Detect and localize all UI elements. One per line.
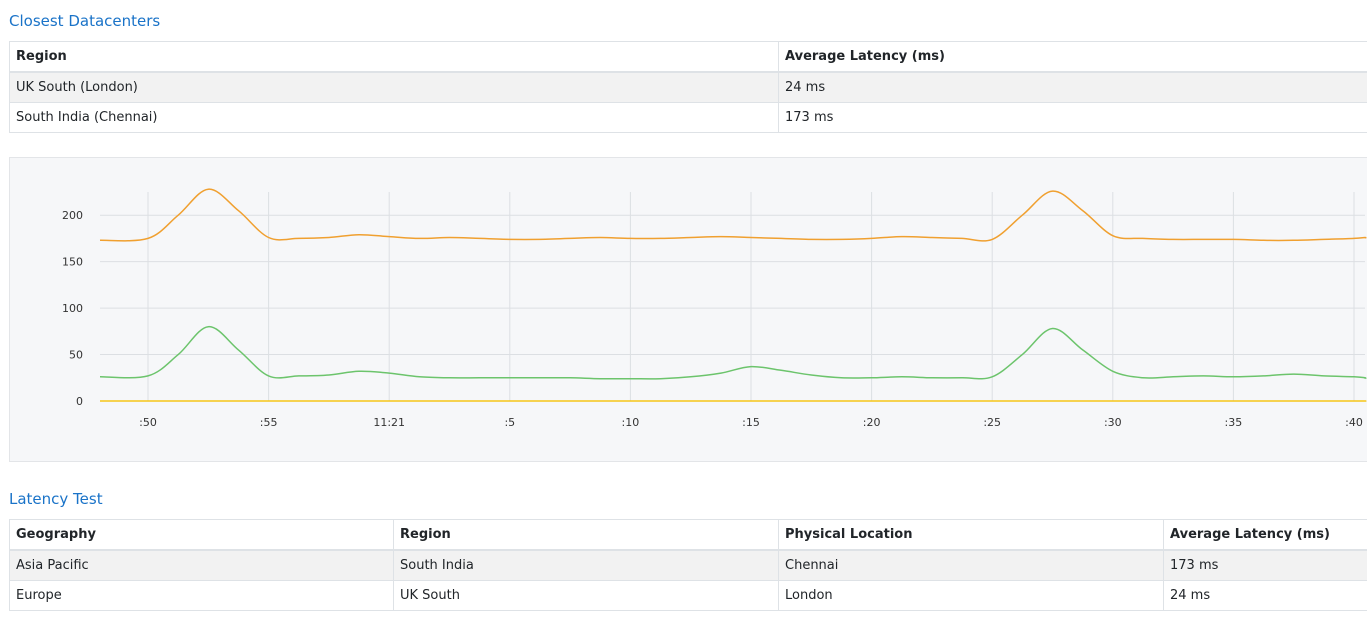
cell-region: South India: [393, 549, 779, 581]
cell-latency: 173 ms: [1163, 549, 1367, 581]
x-tick-label: :25: [983, 416, 1001, 429]
column-header-physical-location: Physical Location: [778, 519, 1164, 551]
latency-test-table: Geography Region Physical Location Avera…: [9, 519, 1367, 611]
cell-region: UK South (London): [9, 71, 779, 103]
x-tick-label: :40: [1345, 416, 1363, 429]
closest-datacenters-title: Closest Datacenters: [9, 12, 161, 30]
y-tick-label: 0: [76, 395, 83, 408]
cell-latency: 24 ms: [778, 71, 1367, 103]
x-tick-label: :55: [260, 416, 278, 429]
cell-physical-location: Chennai: [778, 549, 1164, 581]
cell-latency: 24 ms: [1163, 580, 1367, 611]
x-tick-label: :20: [863, 416, 881, 429]
y-tick-label: 200: [62, 209, 83, 222]
table-row: South India (Chennai) 173 ms: [9, 102, 1367, 133]
y-tick-label: 150: [62, 256, 83, 269]
x-tick-label: :10: [622, 416, 640, 429]
x-tick-label: :30: [1104, 416, 1122, 429]
x-tick-label: :15: [742, 416, 760, 429]
cell-geography: Europe: [9, 580, 394, 611]
cell-geography: Asia Pacific: [9, 549, 394, 581]
x-tick-label: 11:21: [373, 416, 405, 429]
column-header-region: Region: [9, 41, 779, 73]
table-header-row: Geography Region Physical Location Avera…: [9, 519, 1367, 551]
cell-region: South India (Chennai): [9, 102, 779, 133]
latency-chart-svg: 0 50 100 150 200 :50 :55 11:21 :5 :10 :15 :20 :25 :30…: [62, 188, 1367, 429]
table-row: Europe UK South London 24 ms: [9, 580, 1367, 611]
latency-chart: 0 50 100 150 200 :50 :55 11:21 :5 :10 :15 :20 :25 :30…: [9, 157, 1367, 462]
column-header-region: Region: [393, 519, 779, 551]
closest-datacenters-table: Region Average Latency (ms) UK South (Lo…: [9, 41, 1367, 133]
table-row: Asia Pacific South India Chennai 173 ms: [9, 549, 1367, 581]
series-line-1: [99, 325, 1367, 380]
column-header-average-latency: Average Latency (ms): [1163, 519, 1367, 551]
x-tick-label: :50: [139, 416, 157, 429]
cell-physical-location: London: [778, 580, 1164, 611]
x-tick-label: :5: [504, 416, 515, 429]
x-tick-label: :35: [1225, 416, 1243, 429]
latency-test-title: Latency Test: [9, 490, 103, 508]
column-header-geography: Geography: [9, 519, 394, 551]
cell-region: UK South: [393, 580, 779, 611]
y-tick-label: 100: [62, 302, 83, 315]
table-row: UK South (London) 24 ms: [9, 71, 1367, 103]
cell-latency: 173 ms: [778, 102, 1367, 133]
y-tick-label: 50: [69, 349, 83, 362]
table-header-row: Region Average Latency (ms): [9, 41, 1367, 73]
column-header-average-latency: Average Latency (ms): [778, 41, 1367, 73]
